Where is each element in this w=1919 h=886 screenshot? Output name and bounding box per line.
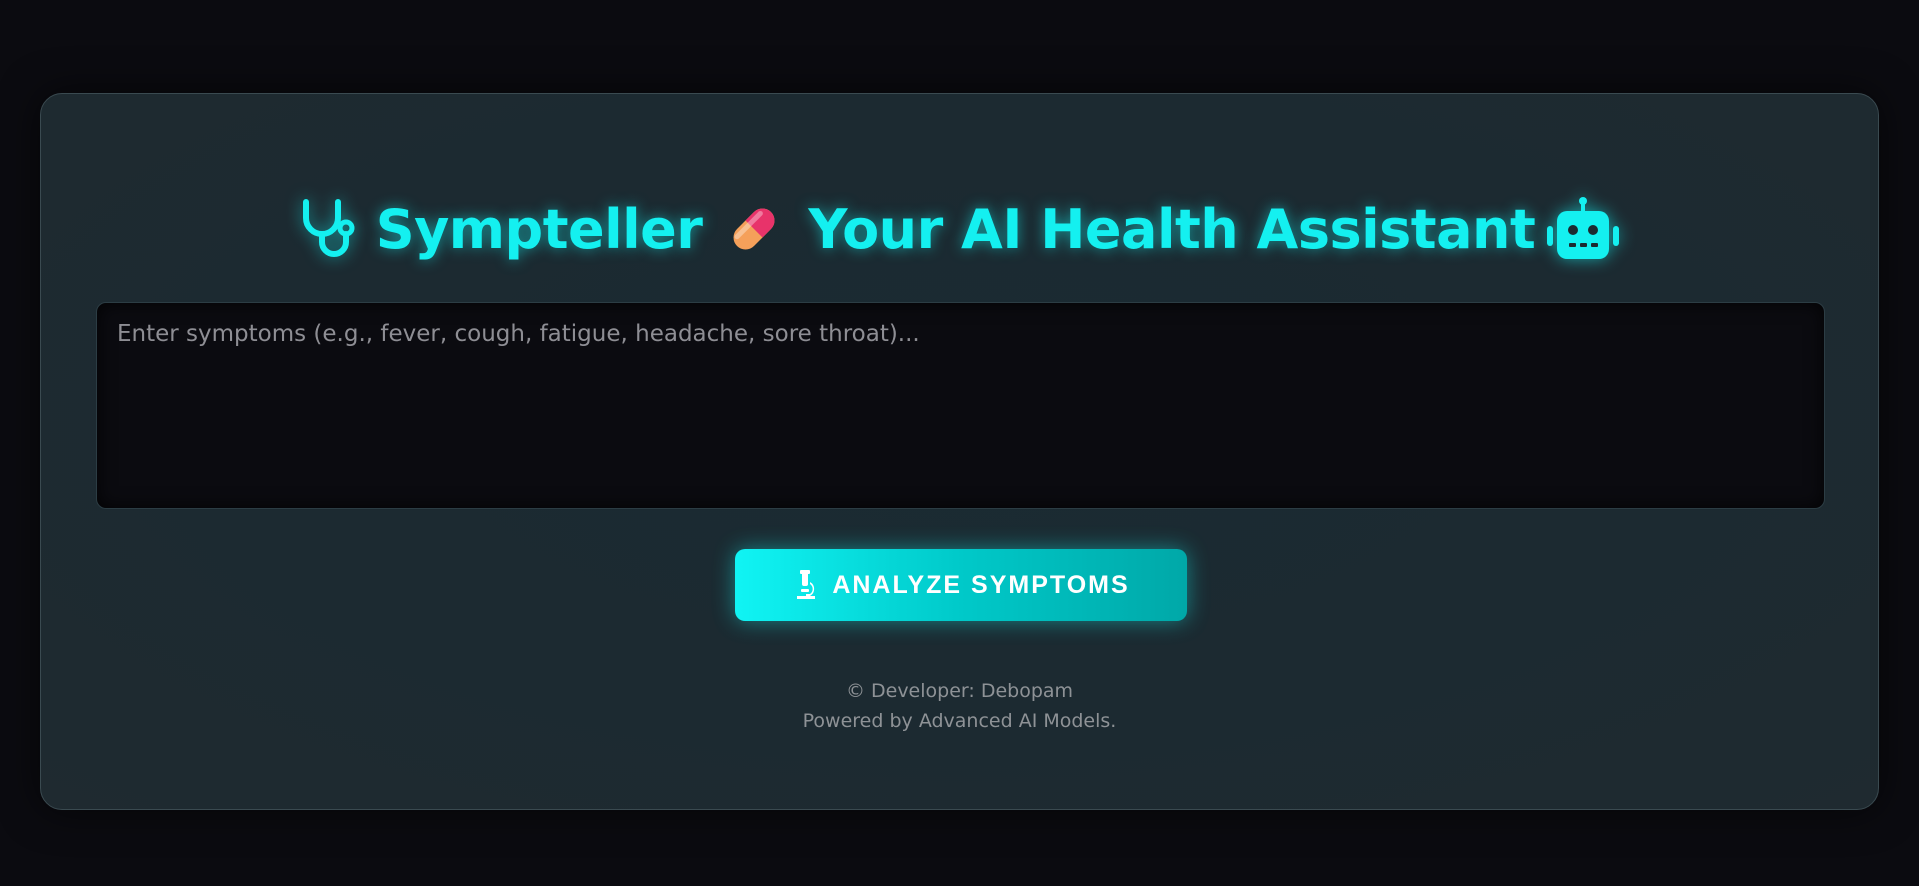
- tagline: Your AI Health Assistant: [808, 197, 1536, 261]
- analyze-button-label: ANALYZE SYMPTOMS: [832, 570, 1130, 599]
- stethoscope-icon: [302, 199, 355, 257]
- app-name: Sympteller: [375, 197, 703, 261]
- symptom-input[interactable]: [96, 302, 1825, 509]
- powered-by-text: Powered by Advanced AI Models.: [802, 710, 1117, 732]
- page-title: Sympteller Your AI Health Assistant: [41, 189, 1878, 269]
- footer: © Developer: Debopam Powered by Advanced…: [41, 676, 1878, 736]
- pill-icon: [733, 208, 775, 250]
- microscope-icon: [797, 570, 816, 599]
- robot-icon: [1547, 197, 1620, 259]
- analyze-symptoms-button[interactable]: ANALYZE SYMPTOMS: [735, 549, 1187, 621]
- main-card: Sympteller Your AI Health Assistant Ente…: [40, 93, 1879, 810]
- developer-credit: © Developer: Debopam: [845, 680, 1074, 702]
